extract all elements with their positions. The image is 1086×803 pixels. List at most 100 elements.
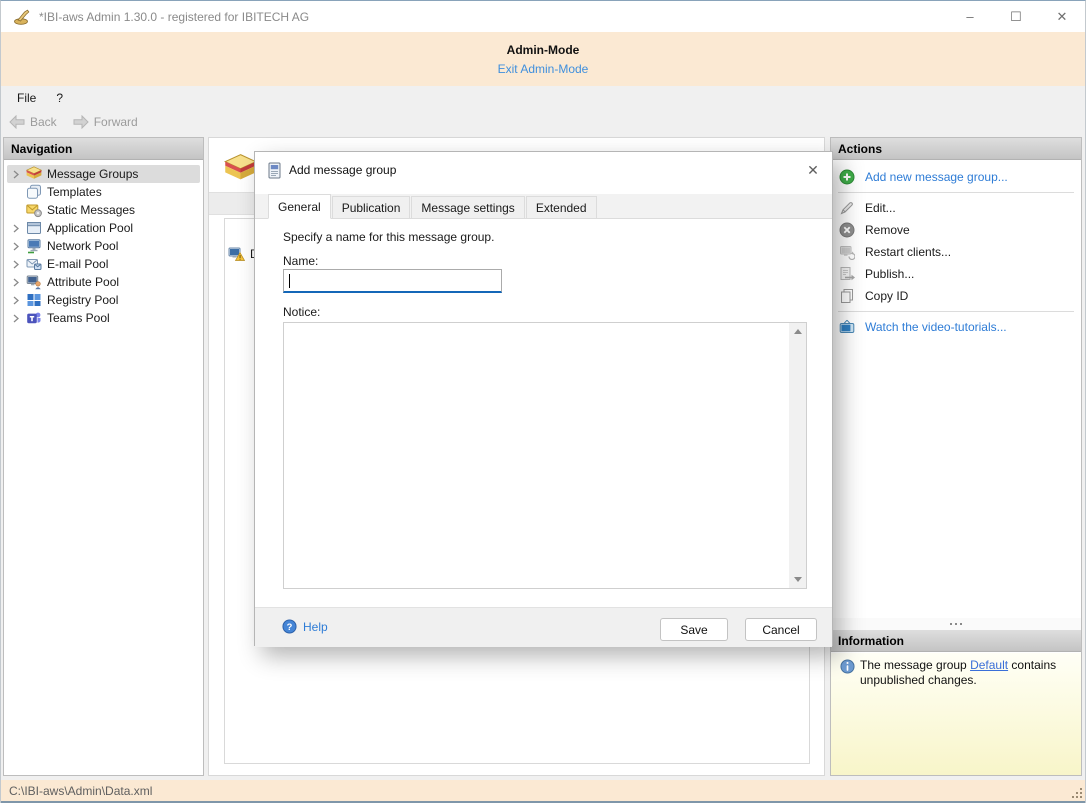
dialog-body: Specify a name for this message group. N… — [255, 219, 832, 607]
action-label: Edit... — [865, 201, 896, 215]
actions-separator — [838, 192, 1074, 193]
notice-textarea[interactable] — [284, 323, 789, 588]
notice-label: Notice: — [283, 305, 320, 319]
edit-action[interactable]: Edit... — [831, 197, 1081, 219]
help-label: Help — [303, 620, 328, 634]
watch-video-tutorials-action[interactable]: Watch the video-tutorials... — [831, 316, 1081, 338]
resize-grip-icon[interactable] — [1071, 787, 1082, 798]
chevron-right-icon[interactable] — [7, 242, 25, 251]
sidebar-item-message-groups[interactable]: Message Groups — [7, 165, 200, 183]
back-button[interactable]: Back — [1, 109, 65, 134]
sidebar-item-label: Static Messages — [47, 203, 135, 217]
name-input[interactable] — [284, 270, 501, 291]
default-group-link[interactable]: Default — [970, 658, 1008, 672]
action-label: Copy ID — [865, 289, 908, 303]
add-message-group-dialog: Add message group ✕ General Publication … — [254, 151, 833, 646]
sidebar-item-registry-pool[interactable]: Registry Pool — [7, 291, 200, 309]
tab-general[interactable]: General — [268, 194, 331, 219]
panel-splitter[interactable] — [831, 618, 1081, 630]
edit-pencil-icon — [838, 200, 855, 217]
chevron-right-icon[interactable] — [7, 260, 25, 269]
cancel-button[interactable]: Cancel — [745, 618, 817, 641]
dialog-tabstrip: General Publication Message settings Ext… — [255, 194, 832, 219]
sidebar-item-label: E-mail Pool — [47, 257, 108, 271]
minimize-button[interactable]: – — [947, 1, 993, 32]
notice-field-box — [283, 322, 807, 589]
sidebar-item-label: Templates — [47, 185, 102, 199]
scroll-up-icon[interactable] — [789, 323, 806, 340]
chevron-right-icon[interactable] — [7, 170, 25, 179]
actions-header: Actions — [831, 138, 1081, 160]
back-label: Back — [30, 115, 57, 129]
information-content: The message group Default contains unpub… — [831, 653, 1081, 775]
name-field-wrap — [283, 269, 502, 293]
sidebar-item-label: Application Pool — [47, 221, 133, 235]
templates-icon — [25, 184, 43, 200]
tab-publication[interactable]: Publication — [332, 196, 411, 218]
exit-admin-mode-link[interactable]: Exit Admin-Mode — [498, 62, 589, 76]
sidebar-item-label: Network Pool — [47, 239, 118, 253]
data-file-path: C:\IBI-aws\Admin\Data.xml — [9, 784, 152, 798]
remove-icon — [838, 222, 855, 239]
sidebar-item-network-pool[interactable]: Network Pool — [7, 237, 200, 255]
remove-action[interactable]: Remove — [831, 219, 1081, 241]
tab-message-settings[interactable]: Message settings — [411, 196, 524, 218]
sidebar-item-email-pool[interactable]: E-mail Pool — [7, 255, 200, 273]
svg-text:?: ? — [287, 622, 293, 632]
window-controls: – ☐ ✕ — [947, 1, 1085, 32]
chevron-right-icon[interactable] — [7, 278, 25, 287]
help-icon: ? — [282, 619, 297, 634]
add-new-message-group-action[interactable]: Add new message group... — [831, 166, 1081, 188]
information-section: Information — [831, 630, 1081, 652]
video-tutorials-icon — [838, 319, 855, 336]
copy-icon — [838, 288, 855, 305]
restart-clients-icon — [838, 244, 855, 261]
sidebar-item-application-pool[interactable]: Application Pool — [7, 219, 200, 237]
menu-file[interactable]: File — [1, 86, 46, 109]
dialog-footer: ? Help Save Cancel — [255, 607, 832, 647]
admin-mode-title: Admin-Mode — [1, 43, 1085, 57]
save-button[interactable]: Save — [660, 618, 728, 641]
copy-id-action[interactable]: Copy ID — [831, 285, 1081, 307]
forward-label: Forward — [94, 115, 138, 129]
dialog-title-bar: Add message group ✕ — [255, 152, 832, 188]
chevron-right-icon[interactable] — [7, 314, 25, 323]
action-label: Add new message group... — [865, 170, 1008, 184]
help-link[interactable]: ? Help — [282, 619, 328, 634]
teams-pool-icon — [25, 310, 43, 326]
information-message-prefix: The message group — [860, 658, 970, 672]
title-bar: *IBI-aws Admin 1.30.0 - registered for I… — [1, 1, 1085, 32]
unpublished-warning-icon — [228, 246, 245, 262]
restart-clients-action[interactable]: Restart clients... — [831, 241, 1081, 263]
close-button[interactable]: ✕ — [1039, 1, 1085, 32]
dialog-description: Specify a name for this message group. — [283, 230, 494, 244]
navigation-tree: Message Groups Templates — [4, 160, 203, 327]
publish-icon — [838, 266, 855, 283]
maximize-button[interactable]: ☐ — [993, 1, 1039, 32]
notice-scrollbar[interactable] — [789, 323, 806, 588]
app-logo-icon — [13, 9, 31, 25]
status-bar: C:\IBI-aws\Admin\Data.xml — [1, 780, 1085, 801]
sidebar-item-static-messages[interactable]: Static Messages — [7, 201, 200, 219]
tab-extended[interactable]: Extended — [526, 196, 597, 218]
scroll-down-icon[interactable] — [789, 571, 806, 588]
sidebar-item-templates[interactable]: Templates — [7, 183, 200, 201]
sidebar-item-attribute-pool[interactable]: Attribute Pool — [7, 273, 200, 291]
dialog-title: Add message group — [289, 163, 396, 177]
chevron-right-icon[interactable] — [7, 224, 25, 233]
action-label: Publish... — [865, 267, 914, 281]
splitter-handle-icon — [955, 623, 957, 625]
menu-help[interactable]: ? — [46, 86, 73, 109]
message-groups-large-icon — [224, 153, 257, 186]
chevron-right-icon[interactable] — [7, 296, 25, 305]
sidebar-item-teams-pool[interactable]: Teams Pool — [7, 309, 200, 327]
dialog-close-icon[interactable]: ✕ — [802, 160, 824, 180]
action-label: Remove — [865, 223, 910, 237]
publish-action[interactable]: Publish... — [831, 263, 1081, 285]
action-label: Watch the video-tutorials... — [865, 320, 1007, 334]
window-title: *IBI-aws Admin 1.30.0 - registered for I… — [39, 10, 309, 24]
forward-button[interactable]: Forward — [65, 109, 146, 134]
sidebar-item-label: Attribute Pool — [47, 275, 119, 289]
sidebar-item-label: Registry Pool — [47, 293, 118, 307]
text-caret — [289, 274, 290, 288]
